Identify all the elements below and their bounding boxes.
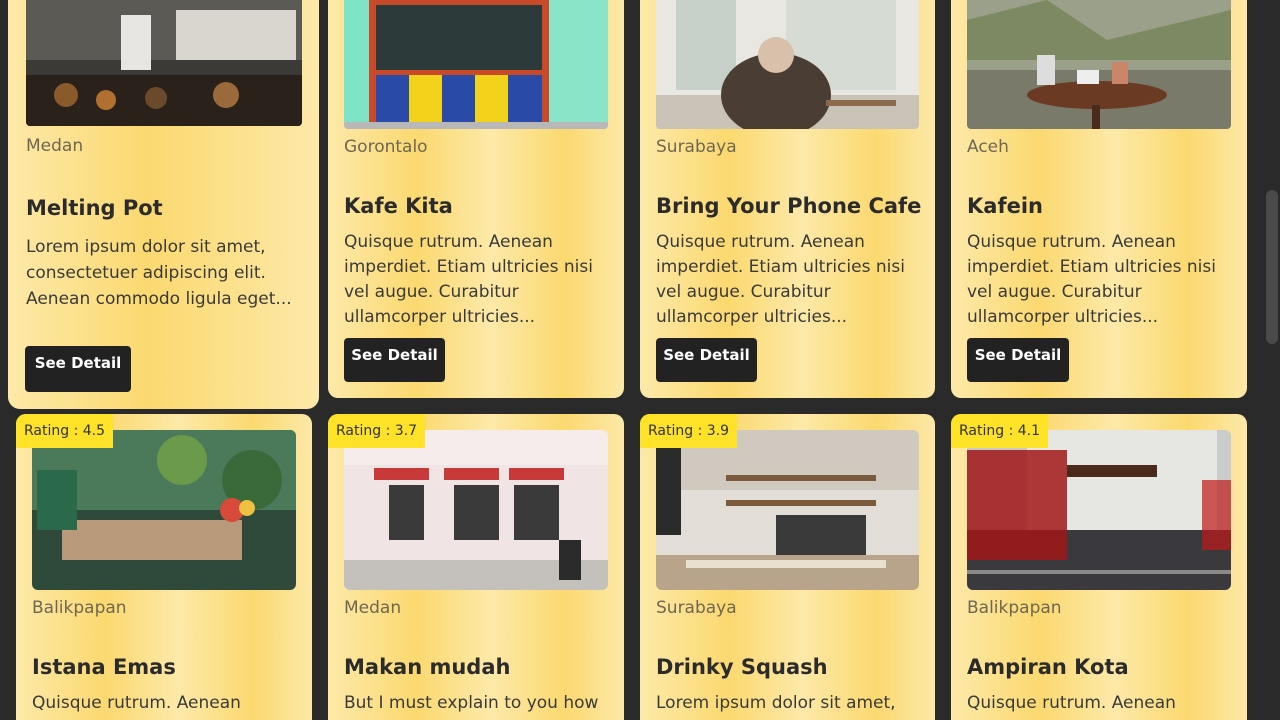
cafe-card[interactable]: Aceh Kafein Quisque rutrum. Aenean imper… — [951, 0, 1247, 398]
cafe-description: Lorem ipsum dolor sit amet, consectetuer… — [26, 237, 292, 309]
cafe-photo — [344, 0, 608, 129]
vertical-scrollbar[interactable] — [1264, 0, 1280, 720]
cafe-card[interactable]: Rating : 3.7 Medan Makan mudah But I mus… — [328, 414, 624, 720]
cafe-city: Medan — [26, 136, 84, 156]
cafe-name: Drinky Squash — [656, 655, 828, 679]
cafe-name: Ampiran Kota — [967, 655, 1129, 679]
see-detail-button[interactable]: See Detail — [25, 346, 131, 392]
cafe-card[interactable]: Medan Melting Pot Lorem ipsum dolor sit … — [8, 0, 319, 409]
scrollbar-thumb[interactable] — [1266, 190, 1278, 344]
cafe-name: Kafein — [967, 194, 1043, 218]
cafe-card[interactable]: Rating : 4.5 Balikpapan Istana Emas Quis… — [16, 414, 312, 720]
see-detail-button[interactable]: See Detail — [967, 338, 1069, 382]
see-detail-button[interactable]: See Detail — [344, 338, 445, 382]
cafe-description: But I must explain to you how all — [344, 693, 599, 720]
cafe-photo — [967, 430, 1231, 590]
cafe-photo — [32, 430, 296, 590]
cafe-description: Lorem ipsum dolor sit amet, — [656, 693, 896, 713]
cafe-photo — [344, 430, 608, 590]
rating-badge: Rating : 3.7 — [328, 414, 426, 448]
see-detail-button[interactable]: See Detail — [656, 338, 757, 382]
cafe-name: Bring Your Phone Cafe — [656, 194, 922, 218]
cafe-description: Quisque rutrum. Aenean imperdiet. Etiam … — [967, 232, 1216, 327]
rating-badge: Rating : 3.9 — [640, 414, 738, 448]
cafe-city: Medan — [344, 598, 402, 618]
cafe-card[interactable]: Rating : 4.1 Balikpapan Ampiran Kota Qui… — [951, 414, 1247, 720]
cafe-photo — [656, 0, 919, 129]
rating-badge: Rating : 4.5 — [16, 414, 114, 448]
cafe-city: Balikpapan — [32, 598, 127, 618]
cafe-name: Makan mudah — [344, 655, 511, 679]
cafe-description: Quisque rutrum. Aenean — [967, 693, 1176, 713]
cafe-photo — [26, 0, 302, 126]
cafe-photo — [967, 0, 1231, 129]
cafe-card[interactable]: Gorontalo Kafe Kita Quisque rutrum. Aene… — [328, 0, 624, 398]
cafe-city: Gorontalo — [344, 137, 428, 157]
cafe-city: Aceh — [967, 137, 1009, 157]
cafe-city: Balikpapan — [967, 598, 1062, 618]
cafe-name: Kafe Kita — [344, 194, 453, 218]
cafe-name: Istana Emas — [32, 655, 176, 679]
rating-badge: Rating : 4.1 — [951, 414, 1049, 448]
cafe-description: Quisque rutrum. Aenean imperdiet. Etiam … — [656, 232, 905, 327]
cafe-card[interactable]: Surabaya Bring Your Phone Cafe Quisque r… — [640, 0, 935, 398]
cafe-city: Surabaya — [656, 598, 737, 618]
cafe-description: Quisque rutrum. Aenean — [32, 693, 241, 713]
cafe-description: Quisque rutrum. Aenean imperdiet. Etiam … — [344, 232, 593, 327]
cafe-photo — [656, 430, 919, 590]
cafe-city: Surabaya — [656, 137, 737, 157]
cafe-card[interactable]: Rating : 3.9 Surabaya Drinky Squash Lore… — [640, 414, 935, 720]
cafe-name: Melting Pot — [26, 196, 163, 220]
